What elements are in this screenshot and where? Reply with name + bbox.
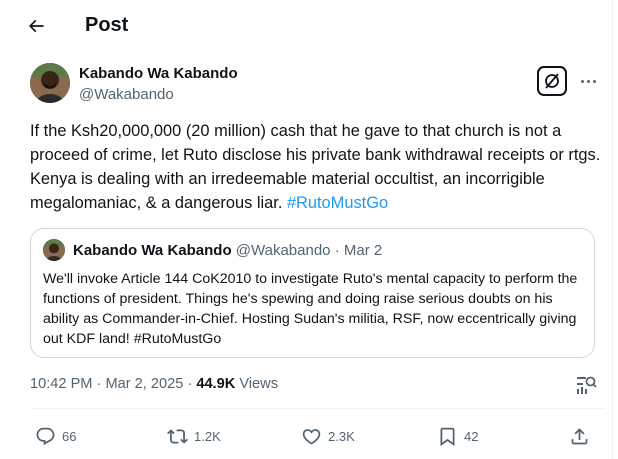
page-title: Post bbox=[85, 14, 129, 36]
bookmark-icon bbox=[440, 427, 455, 446]
quote-text: We'll invoke Article 144 CoK2010 to inve… bbox=[43, 271, 578, 347]
arrow-left-icon bbox=[28, 19, 44, 33]
hashtag-link[interactable]: #RutoMustGo bbox=[287, 194, 388, 212]
views-count: 44.9K bbox=[196, 376, 236, 392]
analytics-button[interactable] bbox=[575, 374, 597, 396]
reply-button[interactable]: 66 bbox=[35, 424, 76, 448]
reply-count: 66 bbox=[62, 428, 77, 444]
analytics-icon bbox=[577, 376, 597, 394]
more-button[interactable] bbox=[576, 66, 600, 96]
quote-author-handle: @Wakabando bbox=[235, 242, 331, 259]
post-meta: 10:42 PM · Mar 2, 2025 · 44.9K Views bbox=[30, 374, 278, 394]
reply-icon bbox=[36, 427, 55, 445]
quote-author-name: Kabando Wa Kabando bbox=[73, 242, 232, 259]
back-button[interactable] bbox=[22, 12, 50, 40]
like-button[interactable]: 2.3K bbox=[301, 424, 355, 448]
quote-date: Mar 2 bbox=[343, 242, 383, 259]
share-icon bbox=[571, 427, 588, 444]
like-count: 2.3K bbox=[328, 428, 355, 444]
quote-avatar bbox=[43, 239, 65, 261]
author-name[interactable]: Kabando Wa Kabando bbox=[79, 64, 238, 84]
author-handle[interactable]: @Wakabando bbox=[79, 85, 174, 105]
views-label: Views bbox=[235, 376, 279, 392]
share-button[interactable] bbox=[569, 424, 590, 448]
grok-icon bbox=[545, 73, 559, 89]
heart-icon bbox=[302, 428, 321, 445]
repost-icon bbox=[167, 428, 188, 444]
post-date[interactable]: Mar 2, 2025 bbox=[105, 376, 183, 392]
quote-separator: · bbox=[330, 242, 344, 259]
more-icon bbox=[580, 79, 584, 83]
post-text: If the Ksh20,000,000 (20 million) cash t… bbox=[30, 119, 605, 215]
quoted-post[interactable]: Kabando Wa Kabando @Wakabando · Mar 2 We… bbox=[30, 228, 595, 358]
post-header: Post bbox=[0, 0, 612, 52]
repost-count: 1.2K bbox=[194, 428, 221, 444]
meta-separator: · bbox=[183, 376, 197, 392]
repost-button[interactable]: 1.2K bbox=[167, 424, 221, 448]
bookmark-count: 42 bbox=[464, 428, 479, 444]
post-time[interactable]: 10:42 PM bbox=[30, 376, 92, 392]
column-border bbox=[612, 0, 613, 459]
grok-button[interactable] bbox=[537, 66, 567, 96]
meta-dot: · bbox=[92, 376, 106, 392]
divider bbox=[30, 408, 605, 409]
bookmark-button[interactable]: 42 bbox=[437, 424, 478, 448]
quote-header: Kabando Wa Kabando @Wakabando · Mar 2 bbox=[73, 241, 382, 261]
avatar[interactable] bbox=[30, 63, 70, 103]
